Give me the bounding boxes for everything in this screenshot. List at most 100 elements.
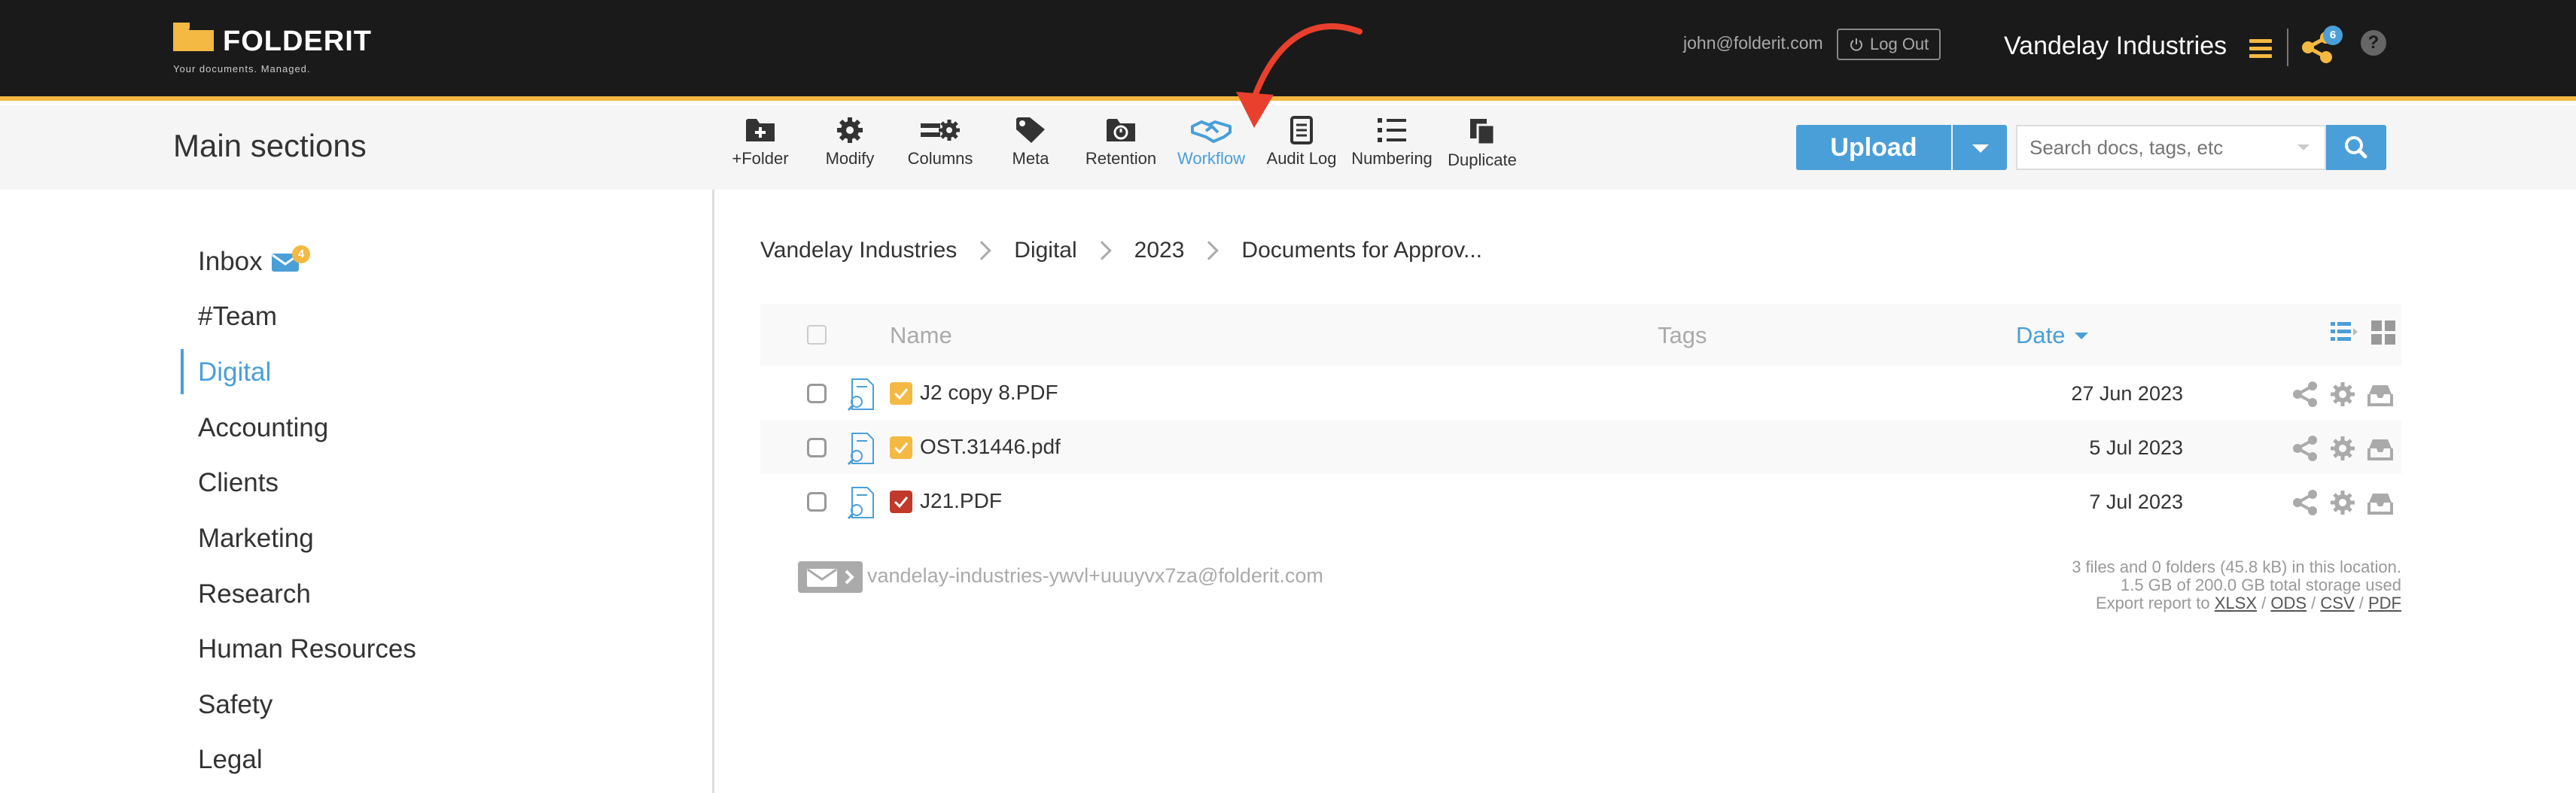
file-name[interactable]: J2 copy 8.PDF [920,381,1058,405]
table-row[interactable]: J21.PDF 7 Jul 2023 [760,474,2401,528]
gear-icon[interactable] [2329,435,2356,462]
search-button[interactable] [2326,125,2386,170]
sidebar-item-inbox[interactable]: Inbox [198,247,263,277]
preview-document-icon[interactable] [846,432,876,465]
toolbar: Main sections +Folder Modify Columns Met… [0,23,2576,190]
logout-label: Log Out [1870,35,1929,53]
tool-label: Duplicate [1448,150,1517,169]
search-icon [2345,136,2367,159]
app-tagline: Your documents. Managed. [173,63,311,74]
download-tray-icon[interactable] [2367,381,2394,408]
sidebar-item-team[interactable]: #Team [198,302,277,332]
sidebar-item-accounting[interactable]: Accounting [198,413,328,443]
folder-email-address[interactable]: vandelay-industries-ywvl+uuuyvx7za@folde… [867,564,1323,588]
copy-icon [1470,119,1496,146]
row-checkbox[interactable] [807,492,827,512]
tool-label: Workflow [1177,149,1246,168]
search-options-chevron-icon[interactable] [2297,144,2310,150]
row-checkbox[interactable] [807,384,827,403]
row-checkbox[interactable] [807,438,827,457]
share-icon[interactable] [2291,435,2319,462]
menu-icon[interactable] [2249,39,2272,59]
sidebar-item-human-resources[interactable]: Human Resources [198,634,416,664]
download-tray-icon[interactable] [2367,489,2394,516]
tool-label: Columns [907,149,973,168]
preview-document-icon[interactable] [846,378,876,411]
sidebar-divider [712,190,714,793]
columns-button[interactable]: Columns [895,116,985,169]
inbox-count-badge: 4 [292,245,310,263]
breadcrumb-item[interactable]: Vandelay Industries [760,238,957,263]
tool-label: Numbering [1351,149,1433,168]
help-icon[interactable]: ? [2361,30,2386,56]
share-icon[interactable] [2291,381,2319,408]
chevron-right-icon [1199,241,1219,260]
gear-icon[interactable] [2329,489,2356,516]
file-date: 27 Jun 2023 [2071,382,2183,405]
add-folder-icon [746,119,775,141]
retention-button[interactable]: Retention [1076,116,1166,169]
sidebar [0,190,714,793]
export-csv-link[interactable]: CSV [2320,594,2354,612]
location-summary: 3 files and 0 folders (45.8 kB) in this … [1807,558,2401,612]
tool-label: Audit Log [1266,149,1337,168]
duplicate-button[interactable]: Duplicate [1437,116,1527,170]
grid-view-icon[interactable] [2371,321,2395,345]
sidebar-item-marketing[interactable]: Marketing [198,524,314,554]
sort-desc-icon [2075,333,2088,339]
export-xlsx-link[interactable]: XLSX [2215,594,2257,612]
add-folder-button[interactable]: +Folder [715,116,805,169]
header-divider [2287,29,2288,66]
organization-name[interactable]: Vandelay Industries [2004,32,2227,61]
gear-icon [837,117,863,143]
sidebar-item-clients[interactable]: Clients [198,468,279,498]
column-header-date[interactable]: Date [2016,322,2065,349]
pointer-arrow-annotation [1236,23,1363,128]
meta-button[interactable]: Meta [985,116,1076,169]
file-date: 7 Jul 2023 [2089,491,2183,513]
export-label: Export report to [2096,594,2210,612]
status-checkbox-icon [890,382,912,405]
file-date: 5 Jul 2023 [2089,436,2183,459]
envelope-icon [807,568,854,587]
sidebar-item-legal[interactable]: Legal [198,745,263,775]
upload-dropdown-toggle[interactable] [1953,125,2007,170]
preview-document-icon[interactable] [846,486,876,519]
search-input[interactable] [2016,125,2326,170]
active-indicator [181,349,184,394]
modify-button[interactable]: Modify [805,116,895,169]
file-name[interactable]: J21.PDF [920,489,1002,513]
table-row[interactable]: J2 copy 8.PDF 27 Jun 2023 [760,366,2401,420]
breadcrumb-item[interactable]: Digital [1014,238,1076,263]
power-icon [1850,38,1862,51]
tool-label: Meta [1012,149,1049,168]
breadcrumb-current: Documents for Approv... [1241,238,1482,263]
sidebar-item-digital[interactable]: Digital [198,357,271,387]
column-header-tags[interactable]: Tags [1658,322,1707,349]
app-name: FOLDERIT [223,26,372,57]
user-email[interactable]: john@folderit.com [1683,33,1823,53]
email-upload-button[interactable] [798,561,863,593]
sidebar-item-research[interactable]: Research [198,579,311,609]
logout-button[interactable]: Log Out [1837,29,1941,60]
sidebar-item-safety[interactable]: Safety [198,690,273,720]
select-all-checkbox[interactable] [807,325,827,345]
tool-label: Modify [825,149,875,168]
table-header: Name Tags Date [760,304,2401,366]
download-tray-icon[interactable] [2367,435,2394,462]
upload-button[interactable]: Upload [1796,125,1951,170]
export-ods-link[interactable]: ODS [2270,594,2307,612]
folderit-logo[interactable]: FOLDERIT Your documents. Managed. [172,20,397,80]
file-table: Name Tags Date J2 copy 8.PDF 27 Jun 2023 [760,304,2401,528]
breadcrumb-item[interactable]: 2023 [1134,238,1185,263]
table-row[interactable]: OST.31446.pdf 5 Jul 2023 [760,420,2401,474]
share-icon[interactable] [2291,489,2319,516]
file-name[interactable]: OST.31446.pdf [920,435,1061,459]
file-count-summary: 3 files and 0 folders (45.8 kB) in this … [2072,558,2401,576]
gear-icon[interactable] [2329,381,2356,408]
chevron-right-icon [1092,241,1112,260]
list-view-icon[interactable] [2331,321,2358,343]
export-pdf-link[interactable]: PDF [2368,594,2401,612]
column-header-name[interactable]: Name [890,322,952,349]
retention-folder-icon [1107,119,1135,141]
